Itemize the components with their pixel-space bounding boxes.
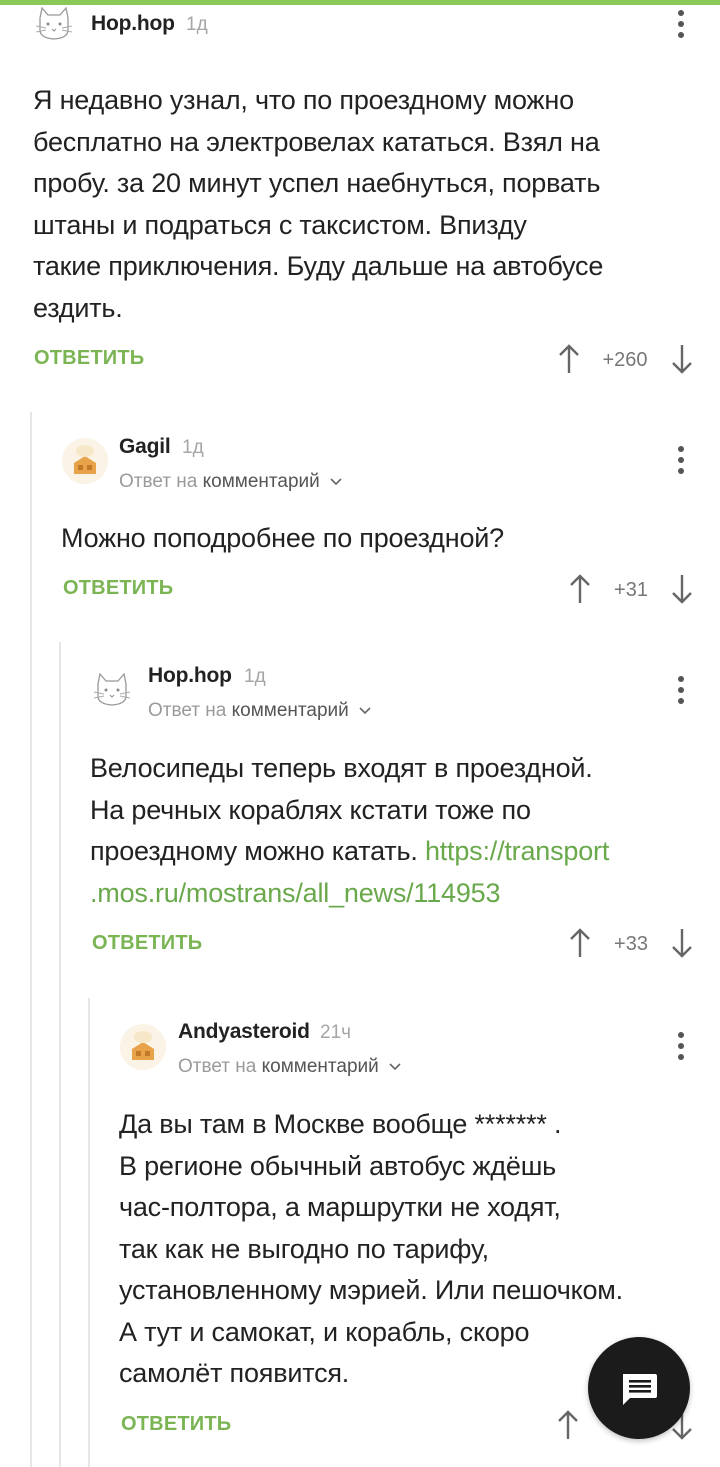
- comment-time: 1д: [182, 437, 204, 458]
- comment-line: Я недавно узнал, что по проездному можно: [33, 85, 574, 115]
- comment-body: Можно поподробнее по проездной?: [61, 518, 504, 560]
- upvote-arrow-icon[interactable]: [568, 927, 592, 959]
- reply-button[interactable]: ОТВЕТИТЬ: [63, 577, 173, 600]
- comment-line: самолёт появится.: [119, 1358, 350, 1388]
- comment-line: А тут и самокат, и корабль, скоро: [119, 1316, 530, 1347]
- comment-body: Да вы там в Москве вообще ******* . В ре…: [119, 1104, 623, 1395]
- upvote-arrow-icon[interactable]: [556, 1409, 580, 1441]
- comment-line: Велосипеды теперь входят в проездной.: [90, 753, 593, 783]
- comment-author[interactable]: Andyasteroid: [178, 1020, 310, 1044]
- comment-line: Можно поподробнее по проездной?: [61, 523, 504, 553]
- reply-to-prefix: Ответ на: [148, 700, 227, 721]
- top-accent-bar: [0, 0, 720, 5]
- comment-body: Я недавно узнал, что по проездному можно…: [33, 80, 603, 329]
- thread-line: [88, 998, 90, 1467]
- comment-time: 1д: [244, 666, 266, 687]
- comment-line: пробу. за 20 минут успел наебнуться, пор…: [33, 168, 601, 198]
- comment-line: ездить.: [33, 292, 123, 323]
- upvote-arrow-icon[interactable]: [557, 343, 581, 375]
- thread-line: [59, 642, 61, 1467]
- downvote-arrow-icon[interactable]: [670, 343, 694, 375]
- reply-to-prefix: Ответ на: [119, 471, 198, 492]
- default-avatar-icon[interactable]: [61, 437, 109, 485]
- comment-rating: +31: [614, 579, 648, 601]
- chevron-down-icon[interactable]: [329, 477, 343, 487]
- comment-line: На речных кораблях кстати тоже по: [90, 794, 531, 825]
- comment-line: .mos.ru/mostrans/all_news/114953: [90, 873, 609, 915]
- comment-time: 21ч: [320, 1022, 352, 1043]
- comment-time: 1д: [186, 14, 208, 35]
- reply-button[interactable]: ОТВЕТИТЬ: [121, 1413, 231, 1436]
- comment-line: штаны и подраться с таксистом. Впизду: [33, 209, 527, 240]
- comment-author[interactable]: Hop.hop: [148, 664, 232, 688]
- downvote-arrow-icon[interactable]: [670, 573, 694, 605]
- chevron-down-icon[interactable]: [358, 706, 372, 716]
- comment-line: установленному мэрией. Или пешочком.: [119, 1275, 623, 1305]
- more-options-icon[interactable]: [671, 674, 691, 706]
- comment-icon: [623, 1374, 657, 1405]
- comment-author[interactable]: Gagil: [119, 435, 171, 459]
- more-options-icon[interactable]: [671, 1030, 691, 1062]
- reply-to-target[interactable]: комментарий: [262, 1056, 379, 1077]
- thread-line: [30, 412, 32, 1467]
- comment-author[interactable]: Hop.hop: [91, 12, 175, 36]
- comment-line: такие приключения. Буду дальше на автобу…: [33, 251, 604, 281]
- reply-to-link[interactable]: Ответ на комментарий: [119, 471, 343, 493]
- comment-line: бесплатно на электровелах кататься. Взял…: [33, 126, 600, 157]
- write-comment-button[interactable]: [588, 1337, 690, 1439]
- chevron-down-icon[interactable]: [388, 1062, 402, 1072]
- comment-rating: +33: [614, 933, 648, 955]
- reply-to-link[interactable]: Ответ на комментарий: [148, 700, 372, 722]
- downvote-arrow-icon[interactable]: [670, 927, 694, 959]
- news-link[interactable]: .mos.ru/mostrans/all_news/114953: [90, 878, 501, 908]
- reply-to-link[interactable]: Ответ на комментарий: [178, 1056, 402, 1078]
- comment-line: В регионе обычный автобус ждёшь: [119, 1150, 557, 1181]
- comment-rating: +260: [602, 349, 648, 371]
- comment-line: проездному можно катать. https://transpo…: [90, 831, 609, 873]
- cat-avatar-icon[interactable]: [92, 670, 132, 710]
- reply-button[interactable]: ОТВЕТИТЬ: [92, 932, 202, 955]
- upvote-arrow-icon[interactable]: [568, 573, 592, 605]
- comment-body: Велосипеды теперь входят в проездной. На…: [90, 748, 609, 914]
- comment-line: так как не выгодно по тарифу,: [119, 1233, 489, 1264]
- comment-line: час-полтора, а маршрутки не ходят,: [119, 1192, 561, 1222]
- news-link[interactable]: https://transport: [425, 836, 609, 866]
- more-options-icon[interactable]: [671, 444, 691, 476]
- reply-button[interactable]: ОТВЕТИТЬ: [34, 347, 144, 370]
- reply-to-target[interactable]: комментарий: [203, 471, 320, 492]
- reply-to-target[interactable]: комментарий: [232, 700, 349, 721]
- comment-line-text: проездному можно катать.: [90, 836, 418, 866]
- more-options-icon[interactable]: [671, 8, 691, 40]
- cat-avatar-icon[interactable]: [34, 4, 74, 44]
- reply-to-prefix: Ответ на: [178, 1056, 257, 1077]
- comment-line: Да вы там в Москве вообще ******* .: [119, 1109, 562, 1139]
- default-avatar-icon[interactable]: [119, 1023, 167, 1071]
